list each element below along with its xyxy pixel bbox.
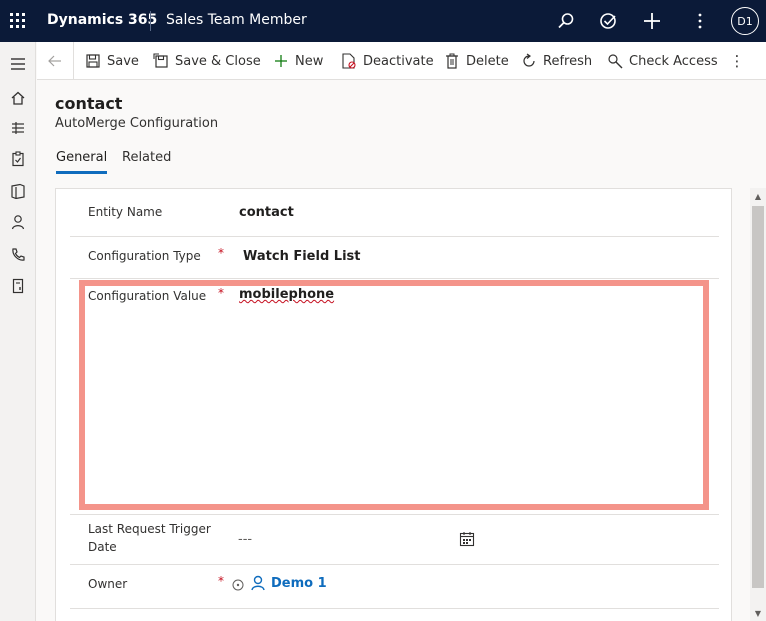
required-indicator: * [218, 286, 224, 300]
clipboard-icon[interactable] [6, 147, 30, 171]
user-icon [251, 575, 265, 591]
left-nav [0, 42, 36, 621]
check-access-button[interactable]: Check Access [607, 51, 718, 71]
trash-icon [444, 53, 460, 69]
configuration-type-value[interactable]: Watch Field List [243, 249, 360, 264]
search-icon[interactable] [553, 8, 579, 34]
save-button[interactable]: Save [85, 51, 139, 71]
field-entity-name: Entity Name contact [70, 189, 719, 237]
top-bar: Dynamics 365 Sales Team Member D1 [0, 0, 766, 42]
check-access-label: Check Access [629, 53, 718, 69]
owner-lookup[interactable]: Demo 1 [251, 575, 327, 591]
required-indicator: * [218, 574, 224, 588]
last-request-value[interactable]: --- [238, 532, 252, 547]
phone-icon[interactable] [6, 243, 30, 267]
scroll-up-arrow-icon[interactable]: ▲ [750, 188, 766, 204]
owner-value: Demo 1 [271, 575, 327, 591]
book-icon[interactable] [6, 179, 30, 203]
deactivate-button[interactable]: Deactivate [341, 51, 434, 71]
app-area-name[interactable]: Sales Team Member [166, 12, 307, 28]
refresh-button[interactable]: Refresh [521, 51, 592, 71]
save-icon [85, 53, 101, 69]
vertical-scrollbar[interactable]: ▲ ▼ [750, 188, 766, 621]
scroll-thumb[interactable] [752, 206, 764, 588]
configuration-value-textarea[interactable]: mobilephone [239, 287, 334, 302]
more-commands-icon[interactable]: ⋮ [730, 50, 745, 72]
add-icon[interactable] [639, 8, 665, 34]
deactivate-label: Deactivate [363, 53, 434, 69]
field-configuration-type: Configuration Type * Watch Field List [70, 237, 719, 279]
document-icon[interactable] [6, 274, 30, 298]
info-icon[interactable] [232, 579, 244, 591]
pin-icon[interactable] [6, 116, 30, 140]
field-configuration-value: Configuration Value * mobilephone [70, 279, 719, 515]
plus-icon [273, 53, 289, 69]
save-close-button[interactable]: Save & Close [153, 51, 261, 71]
person-icon[interactable] [6, 210, 30, 234]
save-close-icon [153, 53, 169, 69]
home-icon[interactable] [6, 86, 30, 110]
owner-label: Owner [88, 577, 128, 591]
record-title: contact [55, 94, 123, 113]
entity-name-value[interactable]: contact [239, 205, 294, 220]
configuration-value-label: Configuration Value [88, 289, 207, 303]
new-button[interactable]: New [273, 51, 323, 71]
last-request-label: Last Request Trigger Date [88, 522, 211, 554]
refresh-label: Refresh [543, 53, 593, 69]
calendar-icon[interactable] [459, 531, 475, 547]
hamburger-icon[interactable] [6, 52, 30, 76]
form-section: Entity Name contact Configuration Type *… [55, 188, 732, 621]
entity-name-label: Entity Name [88, 205, 163, 219]
app-name[interactable]: Dynamics 365 [47, 12, 157, 28]
delete-button[interactable]: Delete [444, 51, 509, 71]
field-owner: Owner * Demo 1 [70, 565, 719, 609]
scroll-down-arrow-icon[interactable]: ▼ [750, 605, 766, 621]
more-icon[interactable] [687, 8, 713, 34]
tab-related[interactable]: Related [122, 150, 171, 171]
avatar[interactable]: D1 [731, 7, 759, 35]
field-last-request-trigger-date: Last Request Trigger Date --- [70, 515, 719, 565]
delete-label: Delete [466, 53, 509, 69]
check-access-icon [607, 53, 623, 69]
refresh-icon [521, 53, 537, 69]
deactivate-icon [341, 53, 357, 69]
required-indicator: * [218, 246, 224, 260]
save-close-label: Save & Close [175, 53, 261, 69]
topbar-divider [150, 11, 151, 31]
record-entity-type: AutoMerge Configuration [55, 116, 219, 131]
tab-general[interactable]: General [56, 150, 108, 174]
app-launcher-icon[interactable] [8, 11, 28, 31]
new-label: New [295, 53, 324, 69]
configuration-type-label: Configuration Type [88, 249, 201, 263]
command-bar: Save Save & Close New Deactivate Delete … [37, 42, 766, 80]
command-divider [73, 42, 74, 80]
save-label: Save [107, 53, 139, 69]
back-arrow-icon[interactable] [43, 50, 67, 72]
task-icon[interactable] [595, 8, 621, 34]
